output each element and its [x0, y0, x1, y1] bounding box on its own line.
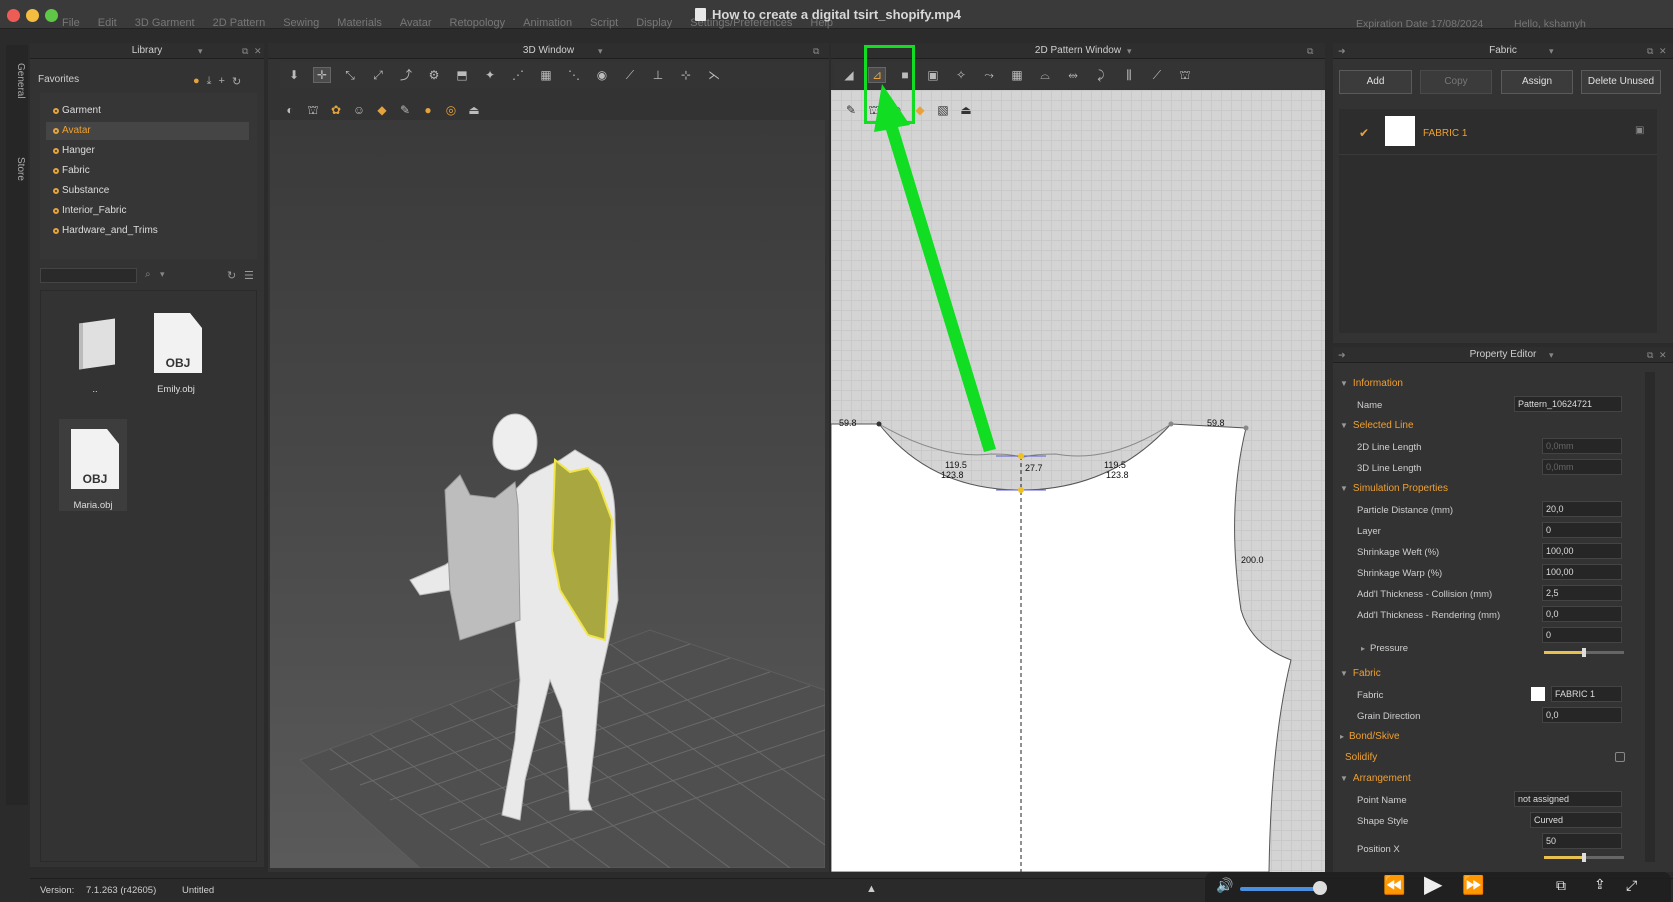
fabric-title: Fabric [1489, 45, 1517, 56]
fabric-list-item[interactable]: ✔ FABRIC 1 ▣ [1339, 115, 1657, 155]
thickness-rendering-field[interactable]: 0,0 [1542, 606, 1622, 622]
prop-row-rendering: Add'l Thickness - Rendering (mm) 0,0 [1337, 605, 1645, 625]
fabric-options-icon[interactable]: ▣ [1635, 125, 1644, 136]
fabric-swatch [1385, 116, 1415, 146]
particle-distance-field[interactable]: 20,0 [1542, 501, 1622, 517]
section-arrangement[interactable]: ▼ Arrangement [1340, 773, 1411, 784]
position-x-slider-knob[interactable] [1582, 853, 1586, 862]
prop-row-shape-style: Shape Style Curved [1337, 811, 1645, 831]
shrinkage-weft-field[interactable]: 100,00 [1542, 543, 1622, 559]
chevron-down-icon[interactable]: ▾ [1549, 347, 1554, 363]
prop-row-3d-line: 3D Line Length 0,0mm [1337, 458, 1645, 478]
prop-row-grain: Grain Direction 0,0 [1337, 706, 1645, 726]
file-name: Untitled [182, 885, 215, 896]
prop-row-point-name: Point Name not assigned [1337, 790, 1645, 810]
3d-line-length-field[interactable]: 0,0mm [1542, 459, 1622, 475]
fabric-swatch [1531, 687, 1545, 701]
pin-panel-icon[interactable]: ➜ [1338, 43, 1346, 59]
property-editor-header: Property Editor ➜ ▾ ⧉ ✕ [1333, 347, 1673, 363]
pressure-slider[interactable] [1544, 648, 1624, 657]
delete-unused-button[interactable]: Delete Unused [1581, 70, 1661, 94]
position-x-slider[interactable] [1544, 853, 1624, 862]
float-panel-icon[interactable]: ⧉ [1647, 347, 1653, 363]
section-fabric[interactable]: ▼ Fabric [1340, 668, 1381, 679]
fabric-select[interactable]: FABRIC 1 [1551, 686, 1622, 702]
fullscreen-icon[interactable]: ⤢ [1626, 877, 1637, 894]
volume-icon[interactable]: 🔊 [1216, 877, 1233, 894]
fast-forward-icon[interactable]: ⏩ [1462, 875, 1484, 896]
layer-field[interactable]: 0 [1542, 522, 1622, 538]
section-solidify: Solidify [1345, 752, 1378, 763]
share-icon[interactable]: ⇪ [1594, 876, 1606, 893]
section-information[interactable]: ▼ Information [1340, 378, 1403, 389]
expand-up-icon[interactable]: ▲ [866, 883, 877, 895]
pin-panel-icon[interactable]: ➜ [1338, 347, 1346, 363]
property-editor-title: Property Editor [1469, 349, 1537, 360]
version-label: Version: [40, 885, 75, 896]
section-selected-line[interactable]: ▼ Selected Line [1340, 420, 1414, 431]
prop-row-collision: Add'l Thickness - Collision (mm) 2,5 [1337, 584, 1645, 604]
pressure-slider-knob[interactable] [1582, 648, 1586, 657]
property-scrollbar[interactable] [1645, 372, 1655, 862]
solidify-checkbox[interactable] [1615, 752, 1625, 762]
picture-in-picture-icon[interactable]: ⧉ [1556, 877, 1566, 894]
section-simulation[interactable]: ▼ Simulation Properties [1340, 483, 1448, 494]
prop-row-weft: Shrinkage Weft (%) 100,00 [1337, 542, 1645, 562]
prop-row-2d-line: 2D Line Length 0,0mm [1337, 437, 1645, 457]
fabric-name: FABRIC 1 [1423, 128, 1468, 139]
thickness-collision-field[interactable]: 2,5 [1542, 585, 1622, 601]
version-value: 7.1.263 (r42605) [86, 885, 157, 896]
fabric-header: Fabric ➜ ▾ ⧉ ✕ [1333, 43, 1673, 59]
prop-row-name: Name Pattern_10624721 [1337, 395, 1645, 415]
grain-direction-field[interactable]: 0,0 [1542, 707, 1622, 723]
fabric-list: ✔ FABRIC 1 ▣ [1339, 109, 1657, 333]
shape-style-select[interactable]: Curved [1530, 812, 1622, 828]
rewind-icon[interactable]: ⏪ [1383, 875, 1405, 896]
prop-row-fabric: Fabric FABRIC 1 [1337, 685, 1645, 705]
position-x-slider-fill [1544, 856, 1584, 859]
prop-row-warp: Shrinkage Warp (%) 100,00 [1337, 563, 1645, 583]
close-panel-icon[interactable]: ✕ [1659, 43, 1667, 59]
volume-knob[interactable] [1313, 881, 1327, 895]
assign-fabric-button[interactable]: Assign [1501, 70, 1573, 94]
check-icon: ✔ [1359, 126, 1370, 140]
play-icon[interactable]: ▶ [1424, 870, 1442, 899]
close-panel-icon[interactable]: ✕ [1659, 347, 1667, 363]
copy-fabric-button[interactable]: Copy [1420, 70, 1492, 94]
2d-line-length-field[interactable]: 0,0mm [1542, 438, 1622, 454]
shrinkage-warp-field[interactable]: 100,00 [1542, 564, 1622, 580]
tutorial-arrow-icon [874, 84, 996, 452]
prop-row-layer: Layer 0 [1337, 521, 1645, 541]
float-panel-icon[interactable]: ⧉ [1647, 43, 1653, 59]
volume-slider[interactable] [1240, 887, 1320, 891]
chevron-down-icon[interactable]: ▾ [1549, 43, 1554, 59]
point-name-select[interactable]: not assigned [1514, 791, 1622, 807]
pressure-slider-fill [1544, 651, 1584, 654]
section-bond-skive[interactable]: ▸ Bond/Skive [1340, 731, 1400, 742]
prop-row-particle: Particle Distance (mm) 20,0 [1337, 500, 1645, 520]
add-fabric-button[interactable]: Add [1339, 70, 1412, 94]
name-field[interactable]: Pattern_10624721 [1514, 396, 1622, 412]
